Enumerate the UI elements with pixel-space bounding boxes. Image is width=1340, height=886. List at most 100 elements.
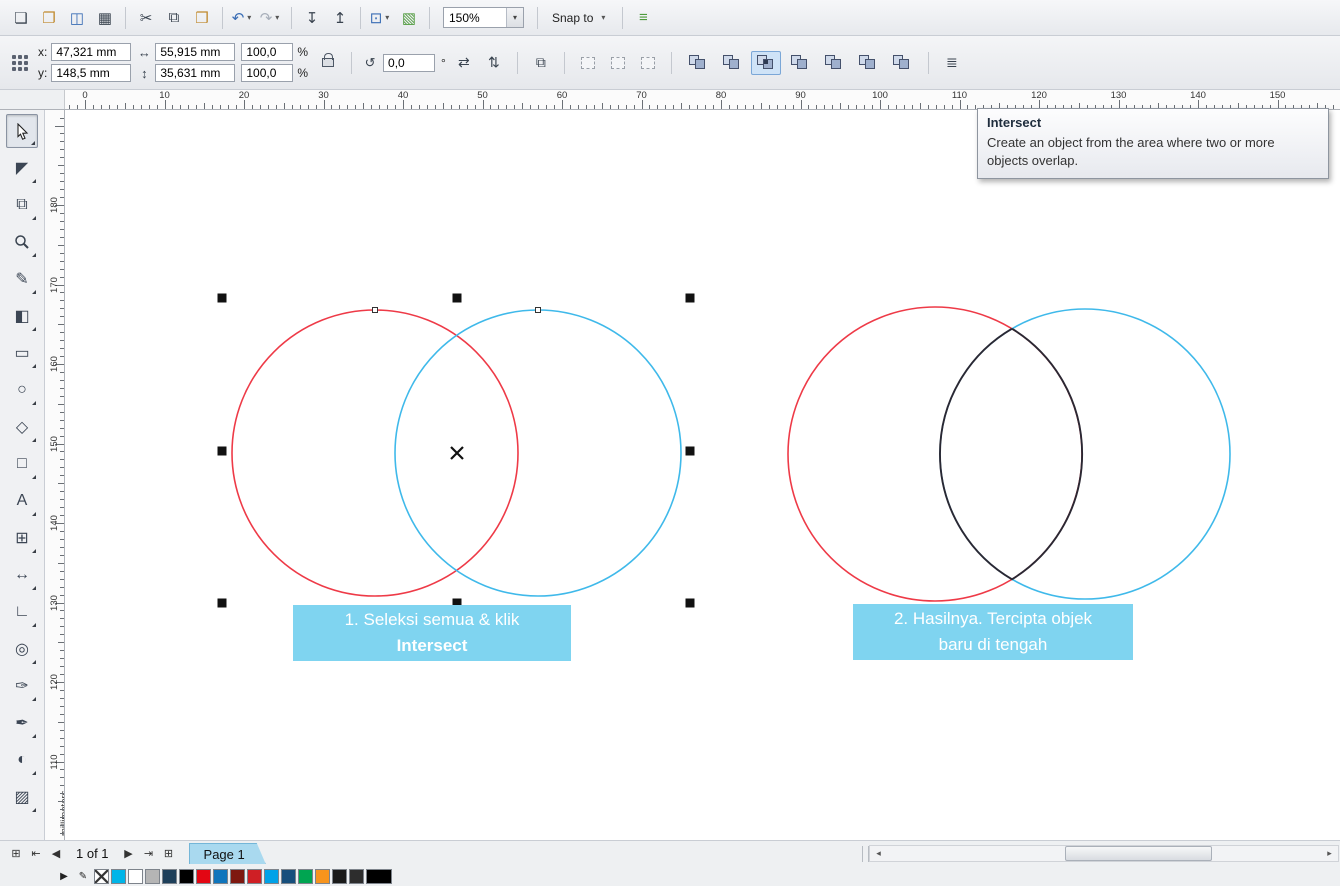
scale-h-field[interactable] xyxy=(241,43,294,61)
selection-handle[interactable] xyxy=(685,598,695,608)
print-button[interactable]: ▦ xyxy=(92,5,118,31)
selection-handle[interactable] xyxy=(217,598,227,608)
scroll-right-button[interactable]: ▸ xyxy=(1321,846,1338,861)
application-launcher-button[interactable]: ⊡ ▾ xyxy=(368,5,394,31)
y-position-field[interactable] xyxy=(51,64,132,82)
scrollbar-splitter[interactable] xyxy=(862,845,869,862)
intersection-object[interactable] xyxy=(939,327,1084,581)
intersect-button[interactable] xyxy=(750,50,781,75)
redo-dropdown-icon[interactable]: ▾ xyxy=(272,13,282,22)
ellipse-tool[interactable]: ○ xyxy=(6,373,38,407)
scale-v-field[interactable] xyxy=(241,64,294,82)
new-document-button[interactable]: ❏ xyxy=(8,5,34,31)
last-page-button[interactable]: ⇥ xyxy=(139,844,159,864)
mirror-horizontal-button[interactable]: ⇄ xyxy=(452,51,476,75)
drawing-canvas[interactable]: 1. Seleksi semua & klik Intersect 2. Has… xyxy=(65,110,1340,840)
undo-button[interactable]: ↶ ▾ xyxy=(230,5,256,31)
eyedropper-tool[interactable]: ✑ xyxy=(6,669,38,703)
x-position-field[interactable] xyxy=(51,43,132,61)
media-browser-button[interactable]: ▧ xyxy=(396,5,422,31)
back-minus-front-button[interactable] xyxy=(853,51,883,75)
swatch-dark-gray[interactable] xyxy=(332,868,347,884)
horizontal-ruler[interactable]: 0 10 20 30 40 50 60 70 80 90 100 110 120 130 140 150 xyxy=(65,90,1340,109)
mirror-vertical-button[interactable]: ⇅ xyxy=(482,51,506,75)
connector-tool[interactable]: ∟ xyxy=(6,595,38,629)
trim-button[interactable] xyxy=(717,51,747,75)
lock-ratio-button[interactable] xyxy=(316,51,340,75)
palette-options-button[interactable]: ✎ xyxy=(75,868,91,884)
right-red-circle[interactable] xyxy=(787,306,1083,602)
zoom-level-input[interactable] xyxy=(444,8,506,27)
swatch-cyan[interactable] xyxy=(111,868,126,884)
zoom-tool[interactable] xyxy=(6,225,38,259)
scrollbar-thumb[interactable] xyxy=(1064,846,1213,861)
swatch-green[interactable] xyxy=(298,868,313,884)
selection-handle[interactable] xyxy=(685,446,695,456)
caption-step1[interactable]: 1. Seleksi semua & klik Intersect xyxy=(293,605,571,661)
left-blue-circle[interactable] xyxy=(394,309,682,597)
text-tool[interactable]: A xyxy=(6,484,38,518)
outline-pen-tool[interactable]: ✒ xyxy=(6,706,38,740)
swatch-no-color[interactable] xyxy=(94,868,109,884)
table-tool[interactable]: ⊞ xyxy=(6,521,38,555)
align-distribute-button[interactable]: ≣ xyxy=(940,51,964,75)
object-width-field[interactable] xyxy=(155,43,236,61)
copy-button[interactable]: ⧉ xyxy=(161,5,187,31)
scrollbar-track[interactable] xyxy=(887,846,1321,861)
zoom-dropdown-button[interactable]: ▾ xyxy=(506,8,523,27)
interactive-fill-tool[interactable]: ▨ xyxy=(6,780,38,814)
cut-button[interactable]: ✂ xyxy=(133,5,159,31)
import-button[interactable]: ↧ xyxy=(299,5,325,31)
weld-button[interactable] xyxy=(683,51,713,75)
rectangle-tool[interactable]: ▭ xyxy=(6,336,38,370)
next-page-button[interactable]: ▶ xyxy=(119,844,139,864)
scroll-left-button[interactable]: ◂ xyxy=(870,846,887,861)
polygon-tool[interactable]: ◇ xyxy=(6,410,38,444)
snap-to-dropdown[interactable]: Snap to ▾ xyxy=(545,8,615,28)
swatch-white[interactable] xyxy=(128,868,143,884)
left-red-circle[interactable] xyxy=(231,309,519,597)
red-circle-node[interactable] xyxy=(372,307,378,313)
combine-button[interactable]: ⧉ xyxy=(529,51,553,75)
swatch-gray[interactable] xyxy=(145,868,160,884)
dimension-tool[interactable]: ↔ xyxy=(6,558,38,592)
swatch-dark-blue[interactable] xyxy=(281,868,296,884)
redo-button[interactable]: ↷ ▾ xyxy=(258,5,284,31)
swatch-charcoal[interactable] xyxy=(349,868,364,884)
origin-selector[interactable] xyxy=(12,54,28,71)
group-button[interactable] xyxy=(576,51,600,75)
export-button[interactable]: ↥ xyxy=(327,5,353,31)
ruler-corner[interactable] xyxy=(0,90,65,109)
application-launcher-dropdown-icon[interactable]: ▾ xyxy=(382,13,392,22)
right-blue-circle[interactable] xyxy=(939,308,1231,600)
ungroup-button[interactable] xyxy=(606,51,630,75)
swatch-red-2[interactable] xyxy=(247,868,262,884)
swatch-orange[interactable] xyxy=(315,868,330,884)
selection-handle[interactable] xyxy=(452,293,462,303)
caption-step2[interactable]: 2. Hasilnya. Tercipta objek baru di teng… xyxy=(853,604,1133,660)
basic-shapes-tool[interactable]: □ xyxy=(6,447,38,481)
selection-center-x-marker[interactable] xyxy=(450,446,464,460)
fill-tool[interactable]: ◐ xyxy=(6,743,38,777)
vertical-ruler[interactable]: millimeters 110 120 130 140 150 160 170 180 xyxy=(45,110,65,840)
swatch-black[interactable] xyxy=(179,868,194,884)
swatch-light-blue[interactable] xyxy=(264,868,279,884)
pick-tool[interactable] xyxy=(6,114,38,148)
shape-tool[interactable]: ◤ xyxy=(6,151,38,185)
selection-handle[interactable] xyxy=(685,293,695,303)
add-page-button[interactable]: ⊞ xyxy=(6,844,26,864)
swatch-red[interactable] xyxy=(196,868,211,884)
crop-tool[interactable]: ⧉ xyxy=(6,188,38,222)
blue-circle-node[interactable] xyxy=(535,307,541,313)
freehand-tool[interactable]: ✎ xyxy=(6,262,38,296)
front-minus-back-button[interactable] xyxy=(819,51,849,75)
previous-page-button[interactable]: ◀ xyxy=(46,844,66,864)
page-tab[interactable]: Page 1 xyxy=(189,843,266,864)
selection-handle[interactable] xyxy=(217,293,227,303)
rotation-angle-field[interactable] xyxy=(383,53,436,72)
undo-dropdown-icon[interactable]: ▾ xyxy=(244,13,254,22)
simplify-button[interactable] xyxy=(785,51,815,75)
paste-button[interactable]: ❒ xyxy=(189,5,215,31)
object-height-field[interactable] xyxy=(155,64,236,82)
smart-fill-tool[interactable]: ◧ xyxy=(6,299,38,333)
